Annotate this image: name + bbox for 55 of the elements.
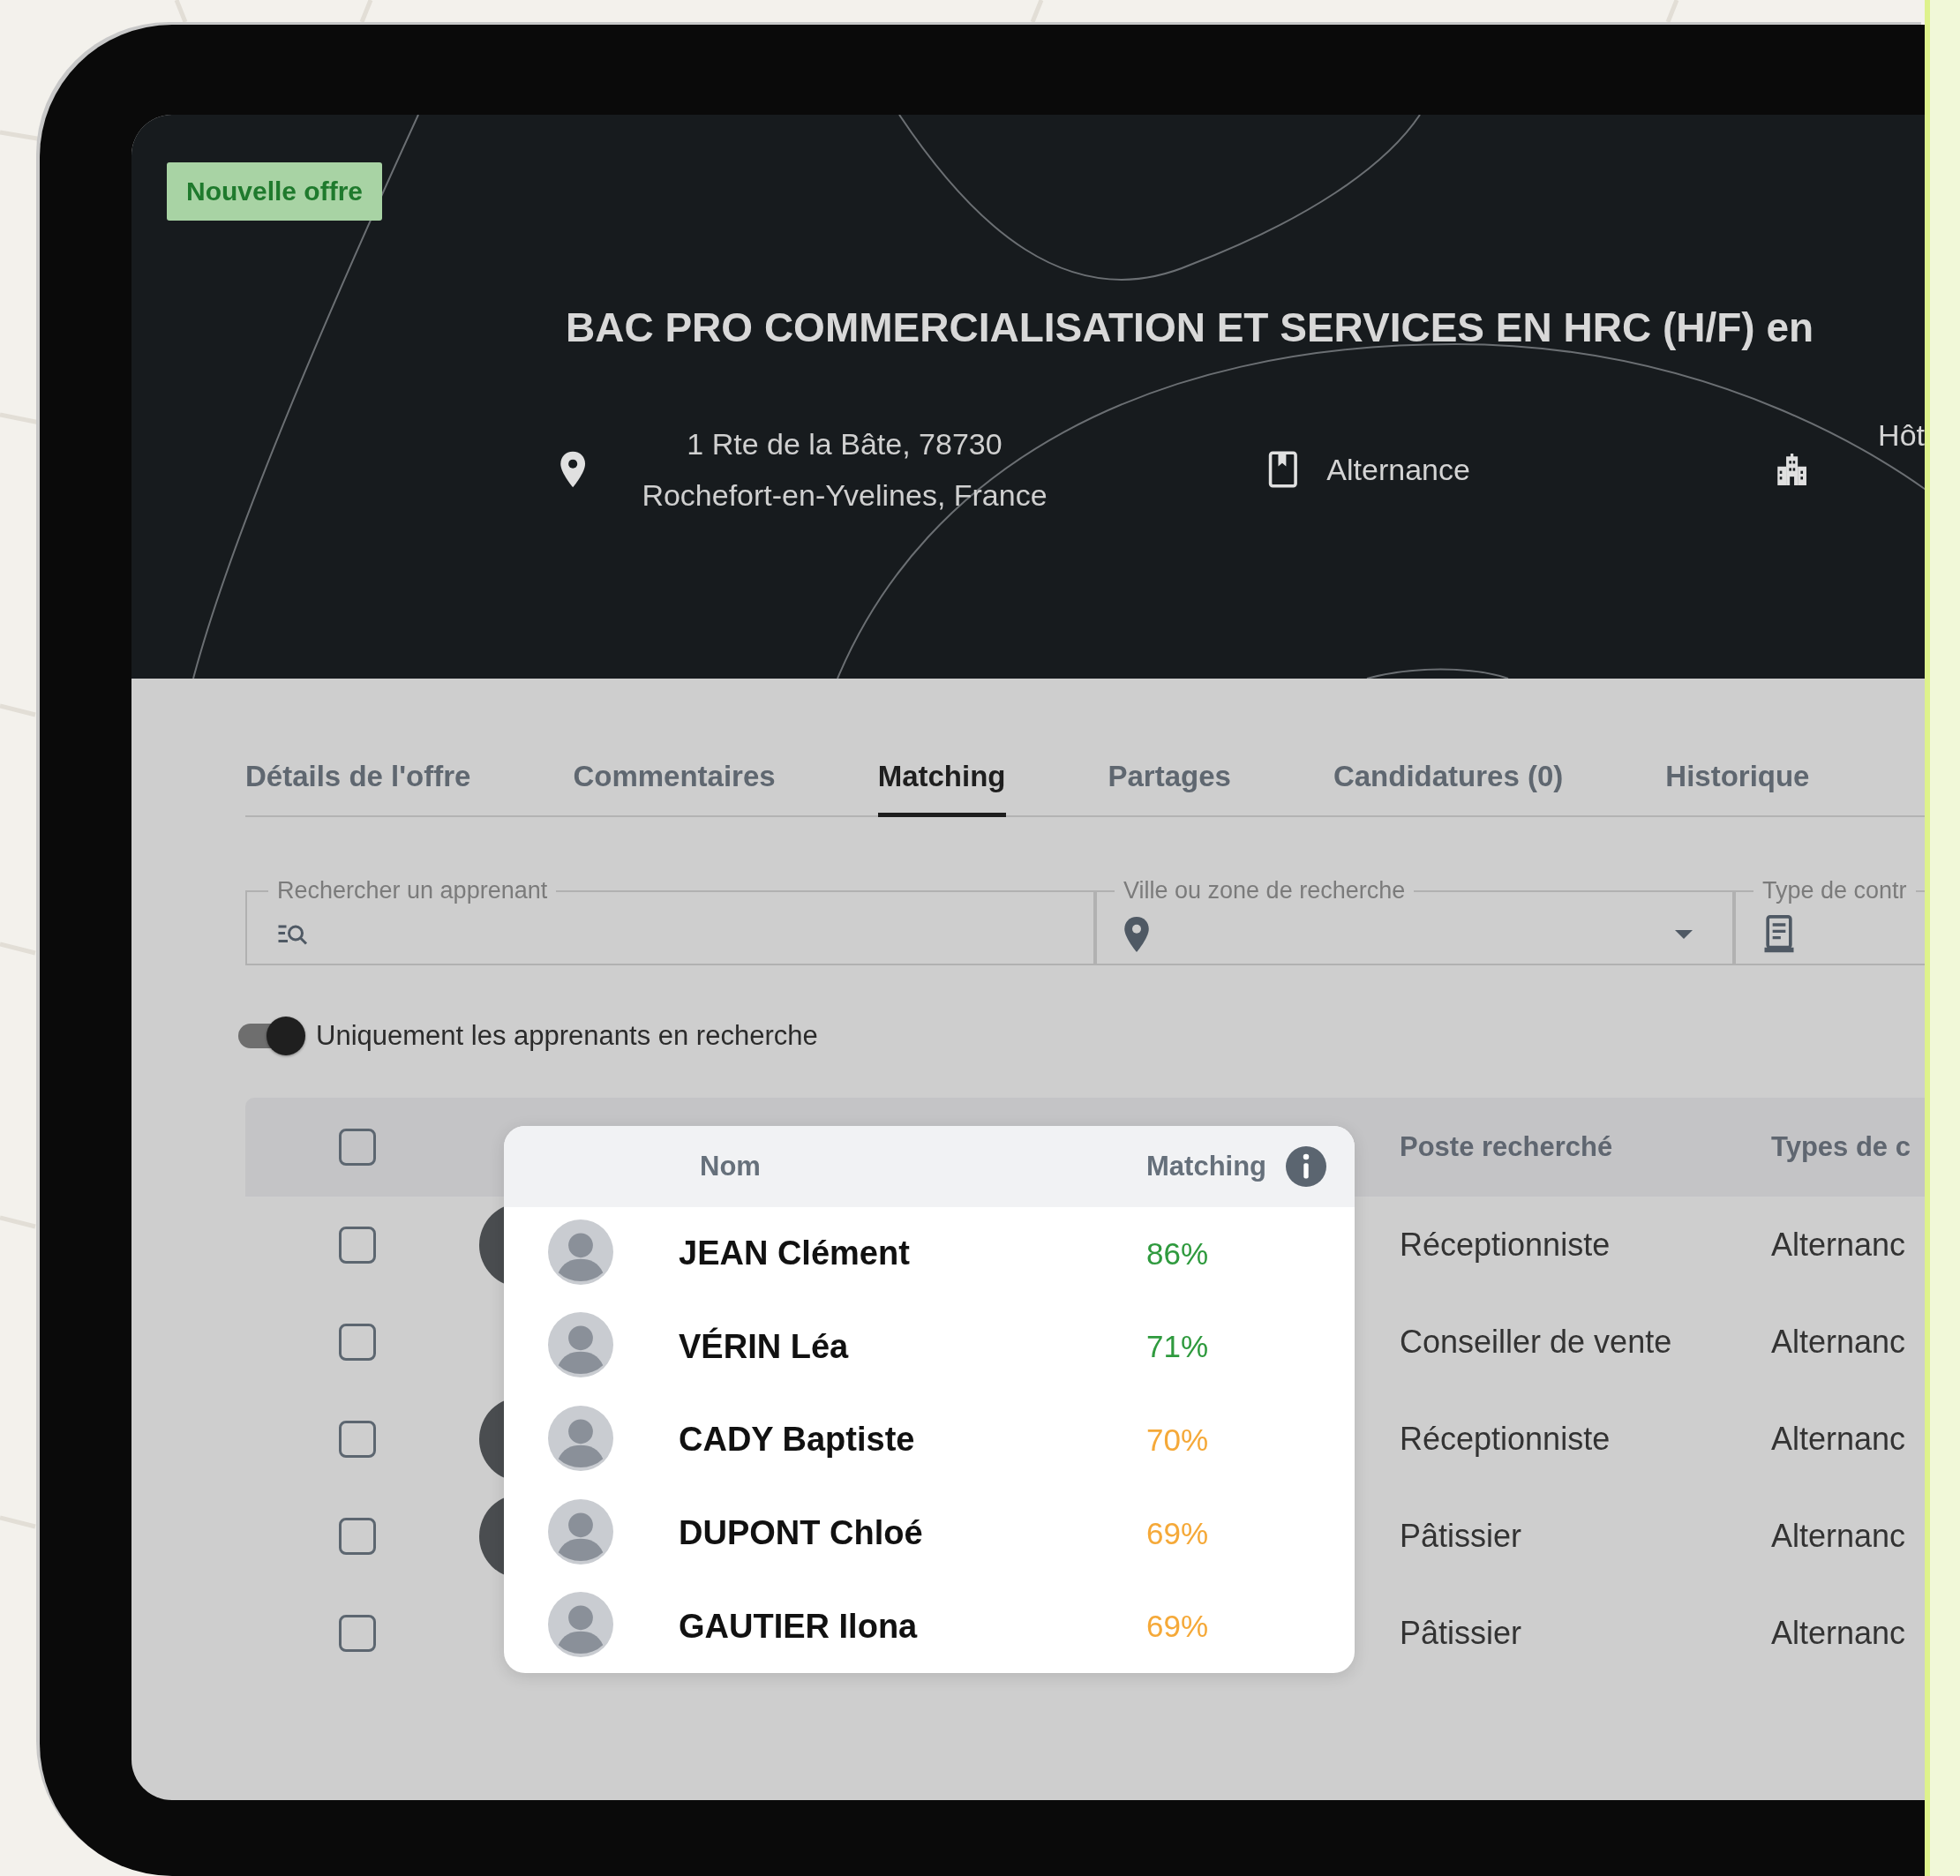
matching-score: 70% bbox=[1146, 1422, 1210, 1458]
contract-type: Alternance bbox=[1326, 452, 1470, 487]
document-icon bbox=[1762, 914, 1796, 954]
book-icon bbox=[1266, 449, 1299, 490]
toggle-switch[interactable] bbox=[237, 1017, 305, 1055]
address-line: Rochefort-en-Yvelines, France bbox=[641, 477, 1048, 514]
avatar-icon bbox=[548, 1312, 613, 1378]
avatar-icon bbox=[548, 1592, 613, 1658]
student-name: CADY Baptiste bbox=[679, 1421, 916, 1460]
student-name: GAUTIER Ilona bbox=[679, 1607, 919, 1646]
avatar-icon bbox=[548, 1498, 613, 1565]
tab[interactable]: Candidatures (0) bbox=[1333, 760, 1564, 817]
tab[interactable]: Commentaires bbox=[573, 760, 776, 817]
checkbox[interactable] bbox=[339, 1615, 376, 1652]
table-cell-text: Réceptionniste bbox=[1400, 1227, 1611, 1264]
matching-score: 86% bbox=[1146, 1235, 1210, 1272]
column-header: Types de c bbox=[1771, 1131, 1911, 1163]
table-cell-text: Pâtissier bbox=[1400, 1615, 1523, 1652]
caret-icon bbox=[1674, 928, 1693, 940]
table-cell-text: Alternanc bbox=[1771, 1324, 1907, 1361]
avatar-icon bbox=[548, 1219, 613, 1285]
matching-score: 71% bbox=[1146, 1329, 1210, 1365]
new-offer-badge: Nouvelle offre bbox=[167, 162, 383, 221]
job-title: BAC PRO COMMERCIALISATION ET SERVICES EN HRC (H/F) en bbox=[566, 304, 1815, 351]
avatar-icon bbox=[548, 1406, 613, 1471]
checkbox[interactable] bbox=[339, 1129, 376, 1166]
column-header: Matching bbox=[1146, 1151, 1267, 1182]
student-name: DUPONT Chloé bbox=[679, 1514, 924, 1553]
table-cell-text: Alternanc bbox=[1771, 1227, 1907, 1264]
table-cell-text: Alternanc bbox=[1771, 1421, 1907, 1458]
table-cell-text: Réceptionniste bbox=[1400, 1421, 1611, 1458]
table-cell-text: Pâtissier bbox=[1400, 1518, 1523, 1555]
checkbox[interactable] bbox=[339, 1518, 376, 1555]
tab[interactable]: Détails de l'offre bbox=[245, 760, 471, 817]
address-line: 1 Rte de la Bâte, 78730 bbox=[686, 426, 1003, 462]
matching-score: 69% bbox=[1146, 1515, 1210, 1551]
table-cell-text: Conseiller de vente bbox=[1400, 1324, 1673, 1361]
student-name: VÉRIN Léa bbox=[679, 1327, 850, 1366]
column-header: Poste recherché bbox=[1400, 1131, 1614, 1163]
table-cell-text: Alternanc bbox=[1771, 1615, 1907, 1652]
info-icon bbox=[1286, 1146, 1327, 1187]
location-pin-icon bbox=[559, 449, 587, 490]
table-cell-text: Alternanc bbox=[1771, 1518, 1907, 1555]
checkbox[interactable] bbox=[339, 1421, 376, 1458]
checkbox[interactable] bbox=[339, 1227, 376, 1264]
tab[interactable]: Partages bbox=[1108, 760, 1231, 817]
toggle-label: Uniquement les apprenants en recherche bbox=[316, 1020, 818, 1052]
tab[interactable]: Historique bbox=[1665, 760, 1810, 817]
tab[interactable]: Matching bbox=[877, 760, 1006, 817]
column-header: Nom bbox=[699, 1151, 762, 1182]
sector-text: Hôt bbox=[1878, 418, 1925, 453]
checkbox[interactable] bbox=[339, 1324, 376, 1361]
matching-score: 69% bbox=[1146, 1609, 1210, 1645]
location-pin-icon bbox=[1123, 915, 1150, 953]
student-name: JEAN Clément bbox=[679, 1234, 911, 1273]
